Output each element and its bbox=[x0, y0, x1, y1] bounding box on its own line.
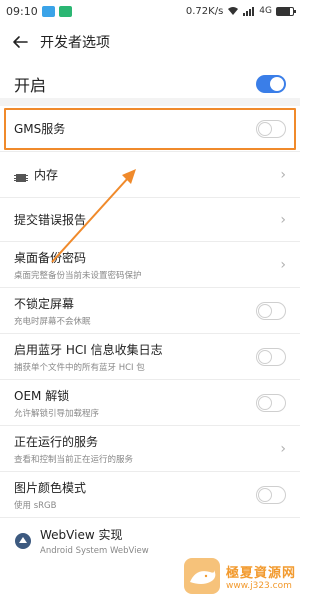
toggle-knob bbox=[258, 303, 272, 318]
row-subtitle: 捕获单个文件中的所有蓝牙 HCI 包 bbox=[14, 362, 145, 373]
back-arrow-icon[interactable] bbox=[10, 32, 30, 52]
row-subtitle: 允许解锁引导加载程序 bbox=[14, 408, 100, 419]
status-time: 09:10 bbox=[6, 4, 38, 18]
wifi-icon bbox=[228, 7, 239, 15]
row-title: 启用蓝牙 HCI 信息收集日志 bbox=[14, 342, 163, 357]
master-toggle[interactable] bbox=[256, 75, 286, 93]
row-running-services[interactable]: 正在运行的服务 查看和控制当前正在运行的服务 › bbox=[0, 426, 300, 472]
toggle-knob bbox=[258, 395, 272, 410]
row-texts: 图片颜色模式 使用 sRGB bbox=[14, 479, 86, 511]
row-texts: GMS服务 bbox=[14, 120, 65, 137]
row-title: 图片颜色模式 bbox=[14, 480, 87, 495]
network-type: 4G bbox=[259, 6, 272, 16]
row-subtitle: 桌面完整备份当前未设置密码保护 bbox=[14, 270, 142, 281]
battery-icon bbox=[276, 6, 296, 16]
row-texts: 不锁定屏幕 充电时屏幕不会休眠 bbox=[14, 295, 91, 327]
status-right-group: 0.72K/s 4G bbox=[185, 5, 296, 17]
row-memory[interactable]: 内存 › bbox=[0, 152, 300, 198]
row-title: 不锁定屏幕 bbox=[14, 296, 75, 311]
whale-logo-icon bbox=[182, 556, 222, 596]
chevron-right-icon: › bbox=[280, 256, 286, 273]
chevron-right-icon: › bbox=[280, 211, 286, 228]
webview-icon bbox=[14, 532, 32, 550]
row-texts: 启用蓝牙 HCI 信息收集日志 捕获单个文件中的所有蓝牙 HCI 包 bbox=[14, 341, 163, 373]
notification-icon-2 bbox=[58, 5, 72, 17]
row-title: OEM 解锁 bbox=[14, 388, 70, 403]
row-subtitle: 充电时屏幕不会休眠 bbox=[14, 316, 91, 327]
row-title: 正在运行的服务 bbox=[14, 434, 99, 449]
watermark-name: 極夏資源网 bbox=[225, 565, 296, 581]
picture-color-mode-toggle[interactable] bbox=[256, 485, 286, 504]
row-subtitle: 使用 sRGB bbox=[14, 500, 57, 511]
chevron-right-icon: › bbox=[280, 440, 286, 457]
stay-awake-toggle[interactable] bbox=[256, 301, 286, 320]
signal-icon bbox=[243, 7, 255, 16]
row-gms-service[interactable]: GMS服务 bbox=[0, 106, 300, 152]
page-title: 开发者选项 bbox=[40, 35, 110, 51]
row-texts: 桌面备份密码 桌面完整备份当前未设置密码保护 bbox=[14, 249, 142, 281]
row-texts: 内存 bbox=[34, 166, 58, 183]
row-oem-unlock[interactable]: OEM 解锁 允许解锁引导加载程序 bbox=[0, 380, 300, 426]
row-texts: OEM 解锁 允许解锁引导加载程序 bbox=[14, 387, 99, 419]
developer-options-screen: 09:10 0.72K/s 4G 开发者选项 开启 GMS服务 内存 › 提交错… bbox=[0, 0, 300, 600]
row-texts: 正在运行的服务 查看和控制当前正在运行的服务 bbox=[14, 433, 133, 465]
master-switch-label: 开启 bbox=[14, 76, 47, 95]
battery-level bbox=[277, 7, 290, 15]
section-divider bbox=[0, 98, 300, 106]
row-title: WebView 实现 bbox=[40, 528, 123, 542]
row-title: 提交错误报告 bbox=[14, 213, 87, 227]
title-bar: 开发者选项 bbox=[0, 22, 300, 62]
row-bug-report[interactable]: 提交错误报告 › bbox=[0, 198, 300, 242]
row-subtitle: 查看和控制当前正在运行的服务 bbox=[14, 454, 134, 465]
watermark-url: www.j323.com bbox=[225, 580, 292, 591]
toggle-knob bbox=[258, 121, 272, 136]
settings-list: GMS服务 内存 › 提交错误报告 › 桌面备份密码 桌面完整备份当前未设置密码… bbox=[0, 106, 300, 564]
toggle-knob bbox=[270, 77, 284, 91]
row-desktop-backup-password[interactable]: 桌面备份密码 桌面完整备份当前未设置密码保护 › bbox=[0, 242, 300, 288]
chevron-right-icon: › bbox=[280, 166, 286, 183]
notification-icon-1 bbox=[41, 5, 55, 17]
network-speed: 0.72K/s bbox=[185, 5, 224, 17]
row-title: GMS服务 bbox=[14, 122, 66, 136]
row-picture-color-mode[interactable]: 图片颜色模式 使用 sRGB bbox=[0, 472, 300, 518]
row-subtitle: Android System WebView bbox=[40, 546, 149, 556]
bluetooth-hci-log-toggle[interactable] bbox=[256, 347, 286, 366]
row-texts: 提交错误报告 bbox=[14, 211, 86, 228]
row-stay-awake[interactable]: 不锁定屏幕 充电时屏幕不会休眠 bbox=[0, 288, 300, 334]
gms-service-toggle[interactable] bbox=[256, 119, 286, 138]
toggle-knob bbox=[258, 349, 272, 364]
watermark-texts: 極夏資源网 www.j323.com bbox=[226, 562, 296, 591]
toggle-knob bbox=[258, 487, 272, 502]
row-title: 桌面备份密码 bbox=[14, 250, 87, 265]
row-bluetooth-hci-log[interactable]: 启用蓝牙 HCI 信息收集日志 捕获单个文件中的所有蓝牙 HCI 包 bbox=[0, 334, 300, 380]
memory-chip-icon bbox=[14, 169, 28, 182]
row-title: 内存 bbox=[34, 168, 59, 182]
oem-unlock-toggle[interactable] bbox=[256, 393, 286, 412]
status-bar: 09:10 0.72K/s 4G bbox=[0, 0, 300, 22]
watermark: 極夏資源网 www.j323.com bbox=[182, 556, 296, 596]
row-texts: WebView 实现 Android System WebView bbox=[40, 526, 149, 556]
